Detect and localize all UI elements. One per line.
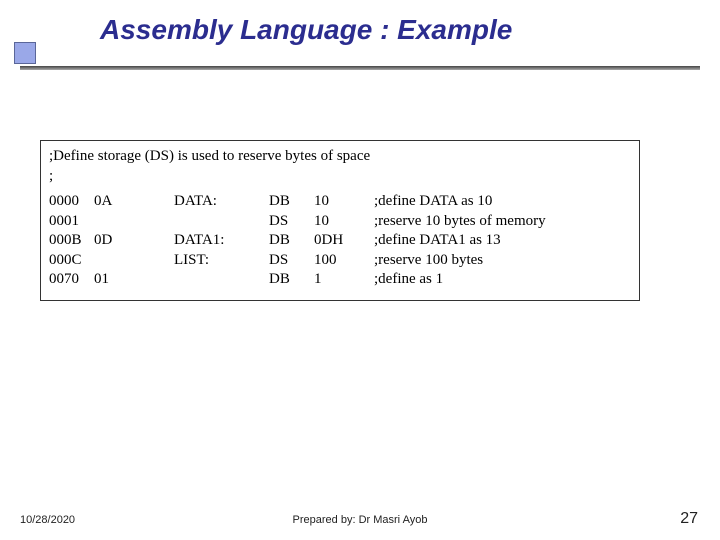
table-row: 0070 01 DB 1 ;define as 1 <box>49 270 631 290</box>
cell-op: DB <box>269 231 314 251</box>
cell-cmt: ;define DATA1 as 13 <box>374 231 631 251</box>
cell-op: DS <box>269 251 314 271</box>
table-row: 0000 0A DATA: DB 10 ;define DATA as 10 <box>49 192 631 212</box>
comment-line-2: ; <box>49 167 631 187</box>
cell-cmt: ;reserve 10 bytes of memory <box>374 212 631 232</box>
cell-val: 0DH <box>314 231 374 251</box>
cell-op: DS <box>269 212 314 232</box>
title-underline <box>20 66 700 70</box>
cell-cmt: ;define DATA as 10 <box>374 192 631 212</box>
table-row: 0001 DS 10 ;reserve 10 bytes of memory <box>49 212 631 232</box>
cell-byte: 01 <box>94 270 174 290</box>
cell-label: DATA1: <box>174 231 269 251</box>
cell-addr: 000B <box>49 231 94 251</box>
code-box: ;Define storage (DS) is used to reserve … <box>40 140 640 301</box>
footer-page: 27 <box>680 510 698 528</box>
decorative-square <box>14 42 36 64</box>
cell-val: 10 <box>314 192 374 212</box>
cell-cmt: ;reserve 100 bytes <box>374 251 631 271</box>
cell-label <box>174 270 269 290</box>
cell-byte <box>94 212 174 232</box>
cell-addr: 0001 <box>49 212 94 232</box>
cell-op: DB <box>269 270 314 290</box>
cell-label <box>174 212 269 232</box>
cell-label: LIST: <box>174 251 269 271</box>
cell-addr: 0070 <box>49 270 94 290</box>
table-row: 000C LIST: DS 100 ;reserve 100 bytes <box>49 251 631 271</box>
table-row: 000B 0D DATA1: DB 0DH ;define DATA1 as 1… <box>49 231 631 251</box>
cell-byte: 0D <box>94 231 174 251</box>
cell-val: 10 <box>314 212 374 232</box>
cell-byte <box>94 251 174 271</box>
comment-line-1: ;Define storage (DS) is used to reserve … <box>49 147 631 167</box>
cell-addr: 000C <box>49 251 94 271</box>
footer-author: Prepared by: Dr Masri Ayob <box>0 514 720 526</box>
slide: Assembly Language : Example ;Define stor… <box>0 0 720 540</box>
cell-val: 1 <box>314 270 374 290</box>
slide-title: Assembly Language : Example <box>100 14 512 46</box>
cell-cmt: ;define as 1 <box>374 270 631 290</box>
cell-op: DB <box>269 192 314 212</box>
assembly-table: 0000 0A DATA: DB 10 ;define DATA as 10 0… <box>49 192 631 290</box>
cell-label: DATA: <box>174 192 269 212</box>
cell-val: 100 <box>314 251 374 271</box>
cell-addr: 0000 <box>49 192 94 212</box>
cell-byte: 0A <box>94 192 174 212</box>
